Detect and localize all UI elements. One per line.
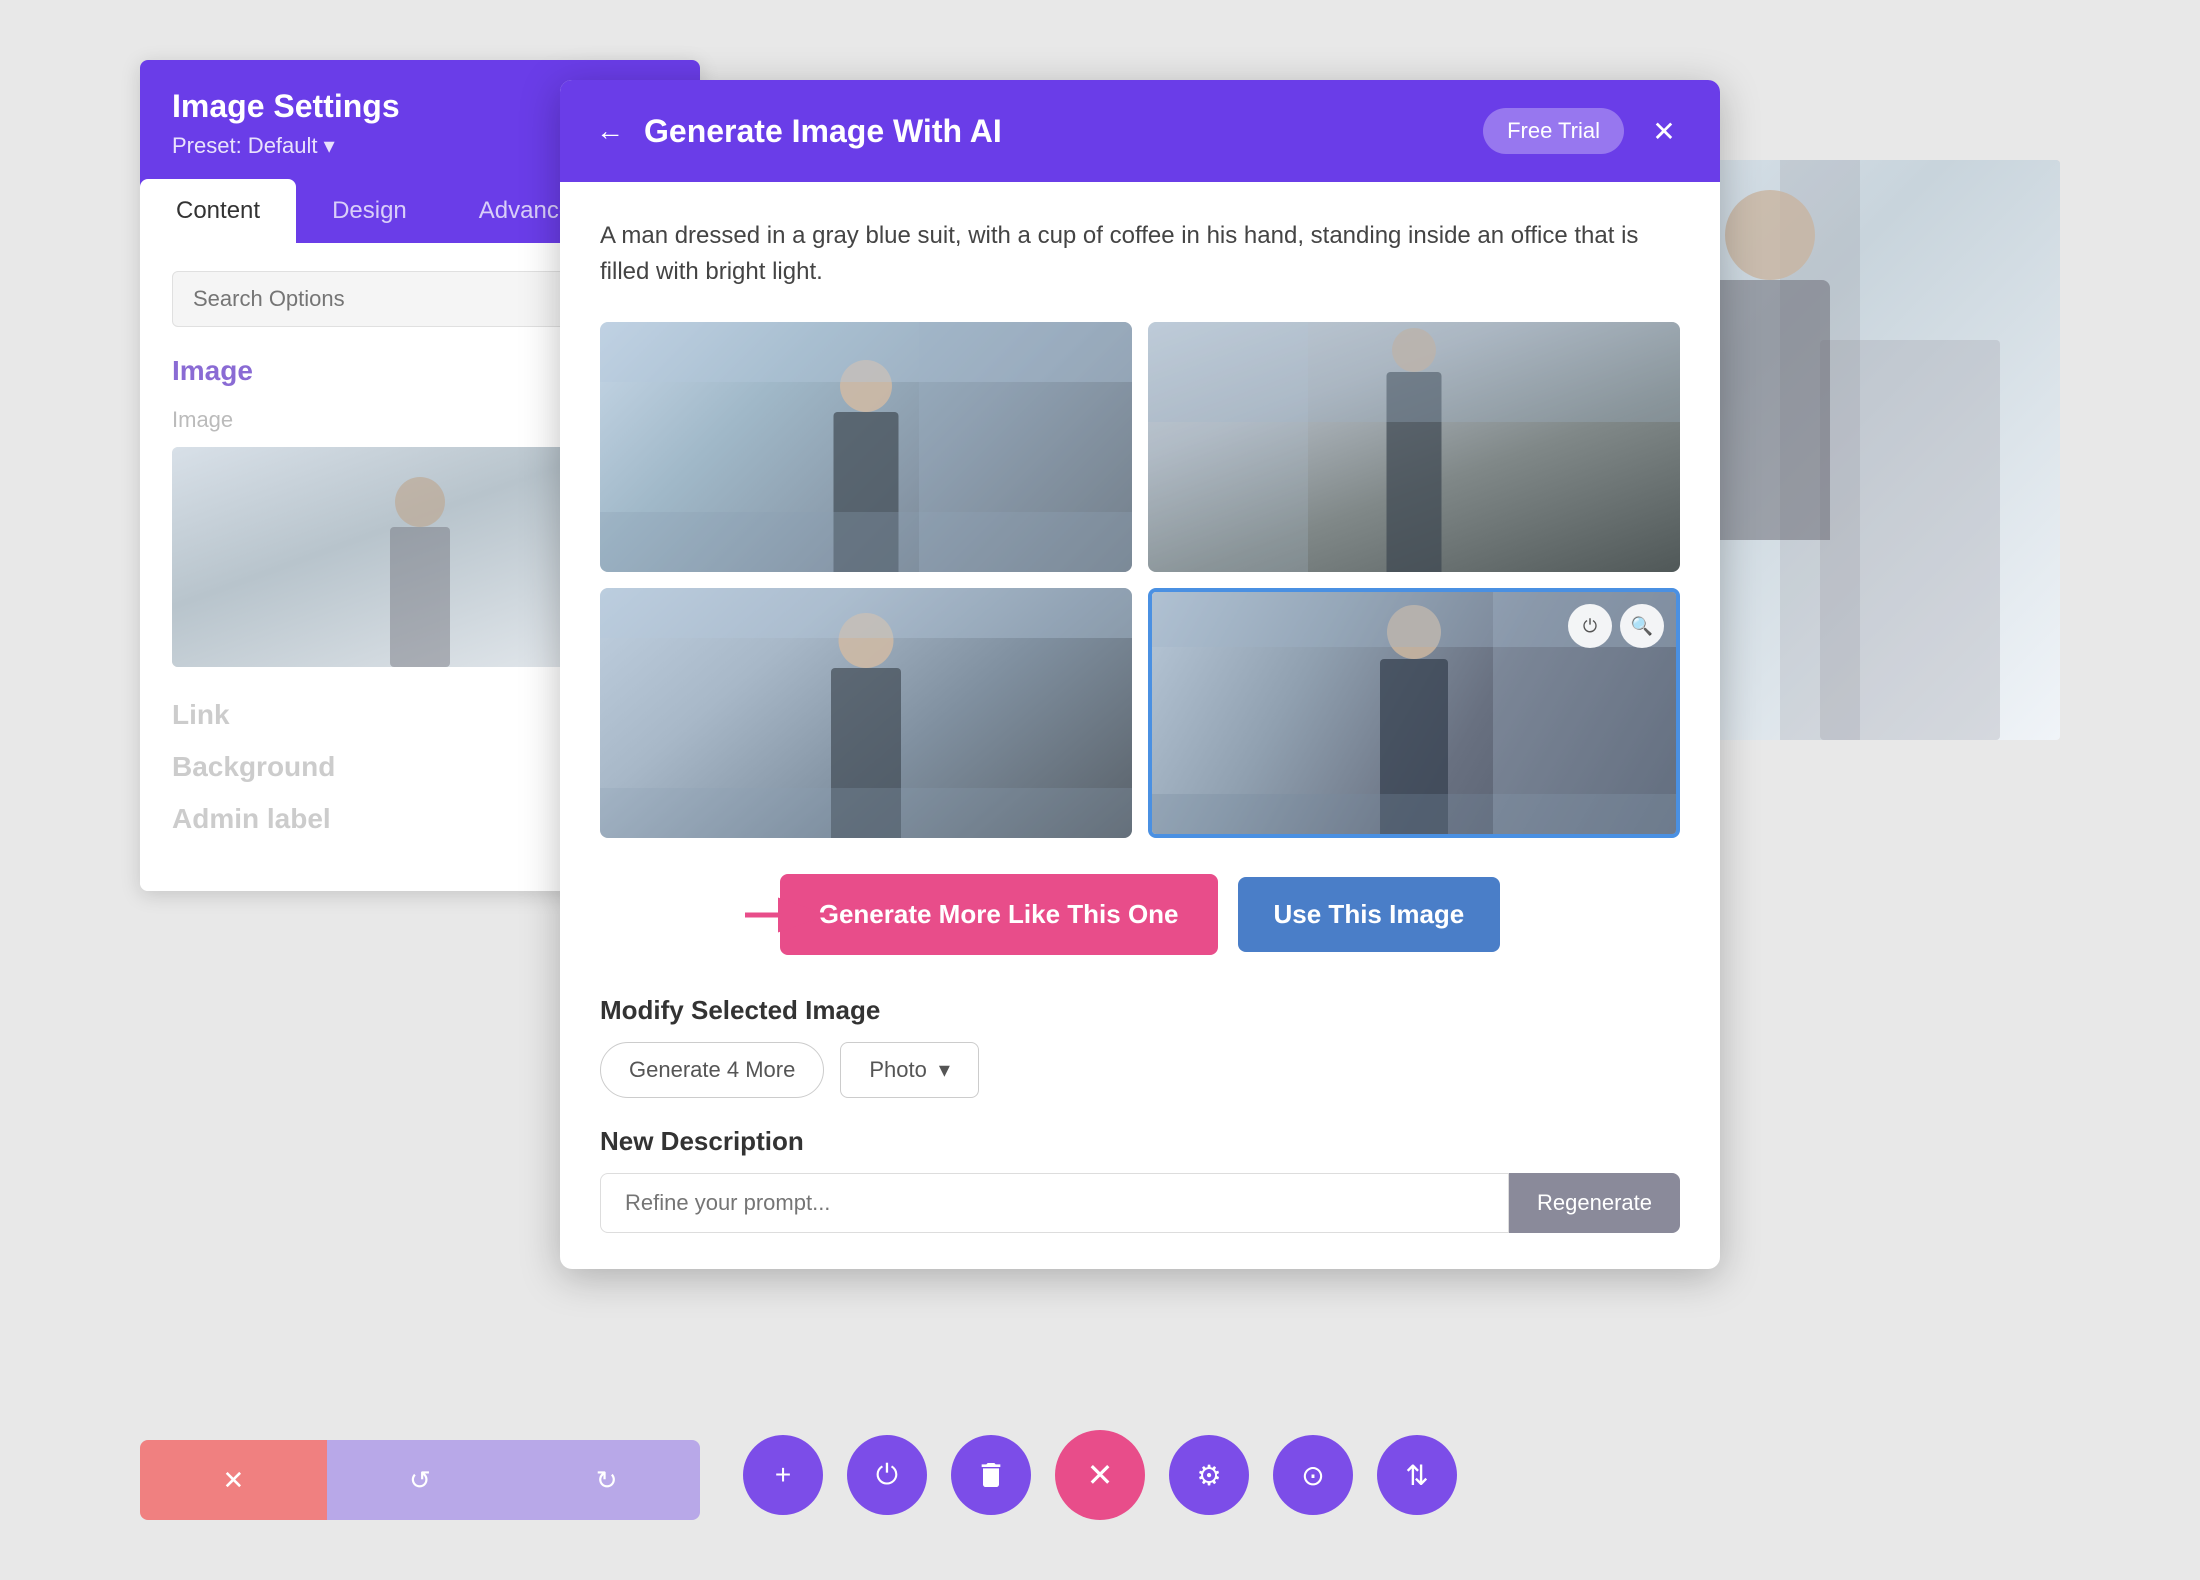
modify-controls: Generate 4 More Photo ▾ <box>600 1042 1680 1098</box>
new-description-row: Regenerate <box>600 1173 1680 1233</box>
image-cell-2[interactable] <box>1148 322 1680 572</box>
dialog-header: ← Generate Image With AI Free Trial ✕ <box>560 80 1720 182</box>
chevron-down-icon: ▾ <box>939 1057 950 1083</box>
image-cell-1[interactable] <box>600 322 1132 572</box>
new-description-title: New Description <box>600 1126 1680 1157</box>
arrow-icon <box>740 895 840 935</box>
new-description-section: New Description Regenerate <box>600 1126 1680 1233</box>
photo-type-select[interactable]: Photo ▾ <box>840 1042 979 1098</box>
modify-section: Modify Selected Image Generate 4 More Ph… <box>600 995 1680 1098</box>
regenerate-button[interactable]: Regenerate <box>1509 1173 1680 1233</box>
cell-zoom-button[interactable]: 🔍 <box>1620 604 1664 648</box>
dialog-header-left: ← Generate Image With AI <box>596 113 1002 150</box>
dialog-header-right: Free Trial ✕ <box>1483 108 1684 154</box>
bottom-toolbar: + ⏻ ✕ ⚙ ⊙ ⇅ <box>0 1430 2200 1520</box>
generate-dialog: ← Generate Image With AI Free Trial ✕ A … <box>560 80 1720 1269</box>
free-trial-badge[interactable]: Free Trial <box>1483 108 1624 154</box>
generate-more-button[interactable]: Generate More Like This One <box>780 874 1218 955</box>
cell-overlay-4: ⏻ 🔍 <box>1568 604 1664 648</box>
toolbar-settings-button[interactable]: ⚙ <box>1169 1435 1249 1515</box>
arrow-indicator <box>740 895 840 935</box>
action-row: Generate More Like This One Use This Ima… <box>600 874 1680 955</box>
dialog-body: A man dressed in a gray blue suit, with … <box>560 182 1720 1269</box>
images-grid: ⏻ 🔍 <box>600 322 1680 838</box>
toolbar-history-button[interactable]: ⊙ <box>1273 1435 1353 1515</box>
use-image-button[interactable]: Use This Image <box>1238 877 1501 952</box>
image-cell-3[interactable] <box>600 588 1132 838</box>
cell-power-button[interactable]: ⏻ <box>1568 604 1612 648</box>
tab-design[interactable]: Design <box>296 179 443 243</box>
dialog-back-icon[interactable]: ← <box>596 115 624 147</box>
toolbar-delete-button[interactable] <box>951 1435 1031 1515</box>
toolbar-sort-button[interactable]: ⇅ <box>1377 1435 1457 1515</box>
prompt-text: A man dressed in a gray blue suit, with … <box>600 218 1680 290</box>
tab-content[interactable]: Content <box>140 179 296 243</box>
toolbar-power-button[interactable]: ⏻ <box>847 1435 927 1515</box>
image-cell-4[interactable]: ⏻ 🔍 <box>1148 588 1680 838</box>
modify-section-title: Modify Selected Image <box>600 995 1680 1026</box>
toolbar-add-button[interactable]: + <box>743 1435 823 1515</box>
toolbar-close-button[interactable]: ✕ <box>1055 1430 1145 1520</box>
dialog-title: Generate Image With AI <box>644 113 1002 150</box>
new-description-input[interactable] <box>600 1173 1509 1233</box>
generate-4more-button[interactable]: Generate 4 More <box>600 1042 824 1098</box>
dialog-close-button[interactable]: ✕ <box>1644 111 1684 151</box>
